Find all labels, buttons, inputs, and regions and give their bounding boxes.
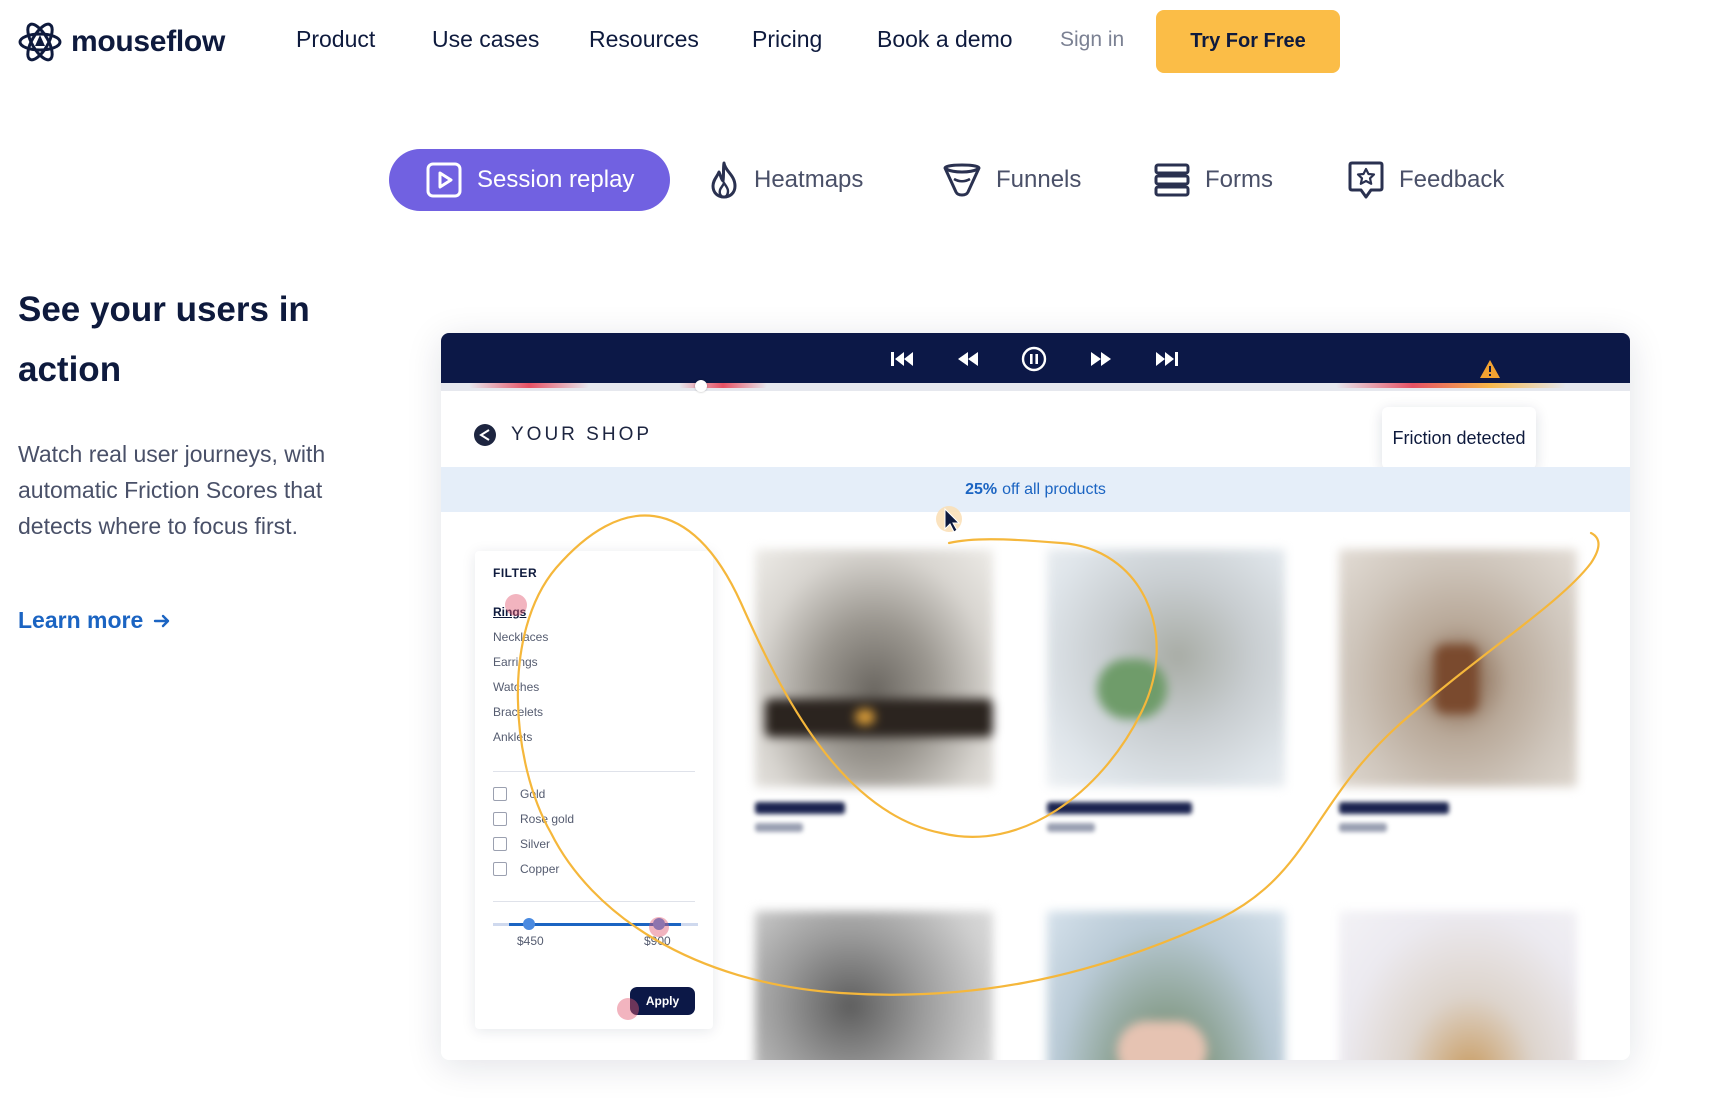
nav-sign-in[interactable]: Sign in [1060,28,1124,52]
hero-title: See your users in action [18,290,310,389]
nav-pricing[interactable]: Pricing [752,26,822,53]
filter-category-bracelets[interactable]: Bracelets [493,705,543,719]
promo-banner: 25% off all products [441,467,1630,512]
price-slider-min-handle[interactable] [523,918,535,930]
fast-forward-icon [1091,352,1111,366]
learn-more-label: Learn more [18,607,144,633]
skip-forward-icon [1156,352,1178,366]
filter-material-silver[interactable]: Silver [493,837,550,851]
tab-label: Feedback [1399,166,1505,193]
filter-category-necklaces[interactable]: Necklaces [493,630,548,644]
play-square-icon [426,162,462,198]
material-label: Silver [520,837,551,851]
checkbox[interactable] [493,787,507,801]
tab-funnels[interactable]: Funnels [942,149,1081,211]
apply-filter-button[interactable]: Apply [630,987,695,1015]
friction-tooltip: Friction detected [1382,407,1536,469]
nav-book-demo[interactable]: Book a demo [877,26,1013,53]
filter-material-gold[interactable]: Gold [493,787,545,801]
product-title[interactable] [755,802,845,814]
tab-label: Session replay [477,166,635,193]
material-label: Rose gold [520,812,575,826]
promo-percent: 25% [965,480,998,498]
filter-category-earrings[interactable]: Earrings [493,655,538,669]
shop-logo-icon [474,424,496,446]
product-price [1339,823,1387,832]
tab-label: Heatmaps [754,166,864,193]
tab-heatmaps[interactable]: Heatmaps [708,149,863,211]
checkbox[interactable] [493,812,507,826]
tab-forms[interactable]: Forms [1153,149,1273,211]
product-title[interactable] [1047,802,1192,814]
product-image[interactable] [755,911,993,1060]
warning-icon [1480,360,1500,378]
click-indicator [649,917,669,937]
promo-text: off all products [1002,480,1106,498]
price-min-label: $450 [517,934,544,948]
click-indicator [617,998,639,1020]
product-image[interactable] [1047,549,1285,787]
tab-label: Forms [1205,166,1273,193]
tab-feedback[interactable]: Feedback [1347,149,1504,211]
hero-description: Watch real user journeys, with automatic… [18,441,326,539]
filter-category-anklets[interactable]: Anklets [493,730,532,744]
filter-category-watches[interactable]: Watches [493,680,539,694]
pause-button[interactable] [1021,346,1047,372]
skip-back-icon [891,352,913,366]
product-title[interactable] [1339,802,1449,814]
material-label: Copper [520,862,560,876]
flame-icon [711,161,737,199]
product-image[interactable] [1339,549,1577,787]
session-replay-mockup: YOUR SHOP Friction detected 25% off all … [441,333,1630,1060]
nav-use-cases[interactable]: Use cases [432,26,539,53]
shop-header: YOUR SHOP [473,423,652,447]
product-price [755,823,803,832]
funnel-icon [943,163,981,197]
product-image[interactable] [755,549,993,787]
replay-player-bar [441,333,1630,383]
filter-divider [493,901,695,902]
brand-logo[interactable]: mouseflow [17,19,225,65]
fast-forward-button[interactable] [1088,346,1114,372]
brand-name: mouseflow [71,25,225,58]
product-price [1047,823,1095,832]
shop-name: YOUR SHOP [511,424,653,445]
skip-end-button[interactable] [1154,346,1180,372]
top-navigation: mouseflow Product Use cases Resources Pr… [0,0,1711,82]
rewind-button[interactable] [955,346,981,372]
filter-material-rose-gold[interactable]: Rose gold [493,812,574,826]
timeline-playhead[interactable] [695,380,707,392]
arrow-right-icon [154,614,170,627]
product-image[interactable] [1047,911,1285,1060]
try-for-free-button[interactable]: Try For Free [1156,10,1340,73]
tab-session-replay[interactable]: Session replay [389,149,670,211]
star-badge-icon [1348,161,1384,199]
filter-divider [493,771,695,772]
form-stack-icon [1154,163,1190,197]
rewind-icon [958,352,978,366]
filter-panel: FILTER Rings Necklaces Earrings Watches … [475,551,713,1029]
pause-circle-icon [1021,346,1047,372]
atom-logo-icon [18,22,62,62]
click-indicator [505,594,527,616]
skip-start-button[interactable] [889,346,915,372]
tab-label: Funnels [996,166,1082,193]
product-image[interactable] [1339,911,1577,1060]
filter-material-copper[interactable]: Copper [493,862,559,876]
material-label: Gold [520,787,546,801]
learn-more-link[interactable]: Learn more [18,607,171,634]
filter-title: FILTER [493,566,538,580]
replay-timeline[interactable] [441,380,1630,392]
nav-resources[interactable]: Resources [589,26,699,53]
checkbox[interactable] [493,837,507,851]
checkbox[interactable] [493,862,507,876]
nav-product[interactable]: Product [296,26,375,53]
